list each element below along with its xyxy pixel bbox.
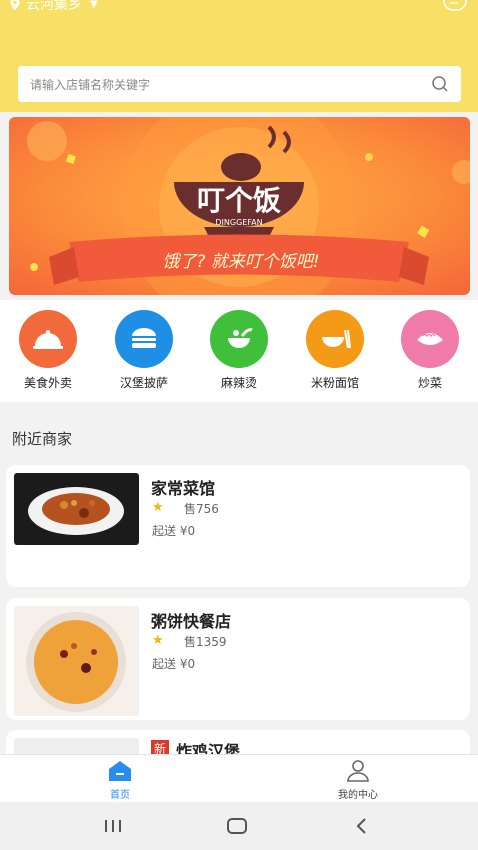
location-selector[interactable]: 云河集乡 ▼ [8,0,98,14]
category-label: 米粉面馆 [310,376,359,390]
search-icon[interactable] [431,75,449,93]
location-pin-icon [10,0,20,10]
shop-card[interactable]: 粥饼快餐店 ★ 售1359 起送 ¥0 [6,598,470,720]
tab-home[interactable]: 首页 [70,759,170,801]
category-food-delivery[interactable]: 美食外卖 [8,310,88,391]
banner-slogan: 饿了? 就来叮个饭吧! [162,252,319,272]
banner-logo-sub: DINGGEFAN [215,218,262,227]
search-input[interactable]: 请输入店铺名称关键字 [30,76,431,93]
section-title-nearby: 附近商家 [12,430,73,448]
chili-bowl-icon [210,310,268,368]
category-stir-fry[interactable]: 炒菜 [390,310,470,391]
user-icon [347,760,369,782]
back-icon[interactable] [347,814,377,838]
star-icon: ★ [152,633,164,648]
banner-logo-text: 叮个饭 [197,184,281,217]
location-label: 云河集乡 [26,0,82,13]
home-button-icon[interactable] [222,814,252,838]
chevron-down-icon: ▼ [90,0,98,10]
recent-apps-icon[interactable] [98,814,128,838]
category-label: 汉堡披萨 [119,376,168,390]
shop-name: 粥饼快餐店 [151,612,232,631]
cloche-icon [19,310,77,368]
category-label: 炒菜 [417,376,442,390]
promo-banner[interactable]: 叮个饭 DINGGEFAN 饿了? 就来叮个饭吧! [9,117,470,295]
shop-card[interactable]: 家常菜馆 ★ 售756 起送 ¥0 [6,465,470,587]
shop-name: 家常菜馆 [151,479,216,498]
burger-icon [115,310,173,368]
search-bar[interactable]: 请输入店铺名称关键字 [18,66,461,102]
category-label: 美食外卖 [23,376,72,390]
category-label: 麻辣烫 [220,376,257,390]
category-noodles[interactable]: 米粉面馆 [295,310,375,391]
noodle-bowl-icon [306,310,364,368]
dumpling-icon [401,310,459,368]
category-grid: 美食外卖 汉堡披萨 麻辣烫 米粉面馆 炒菜 [0,300,478,402]
category-burger-pizza[interactable]: 汉堡披萨 [104,310,184,391]
shop-image [14,473,139,545]
shop-min-delivery: 起送 ¥0 [152,657,196,671]
category-mala-tang[interactable]: 麻辣烫 [199,310,279,391]
shop-image [14,606,139,716]
message-icon[interactable] [442,0,468,14]
header: 云河集乡 ▼ 请输入店铺名称关键字 [0,0,478,112]
tab-profile[interactable]: 我的中心 [308,759,408,801]
shop-sales: 售1359 [184,635,227,649]
home-icon [109,761,131,781]
banner-illustration: 叮个饭 DINGGEFAN 饿了? 就来叮个饭吧! [9,117,470,295]
tab-profile-label: 我的中心 [338,790,378,801]
tab-home-label: 首页 [110,790,130,801]
bottom-tab-bar: 首页 我的中心 [0,754,478,802]
system-nav-bar [0,802,478,850]
shop-sales: 售756 [184,502,219,516]
star-icon: ★ [152,500,164,515]
shop-min-delivery: 起送 ¥0 [152,524,196,538]
